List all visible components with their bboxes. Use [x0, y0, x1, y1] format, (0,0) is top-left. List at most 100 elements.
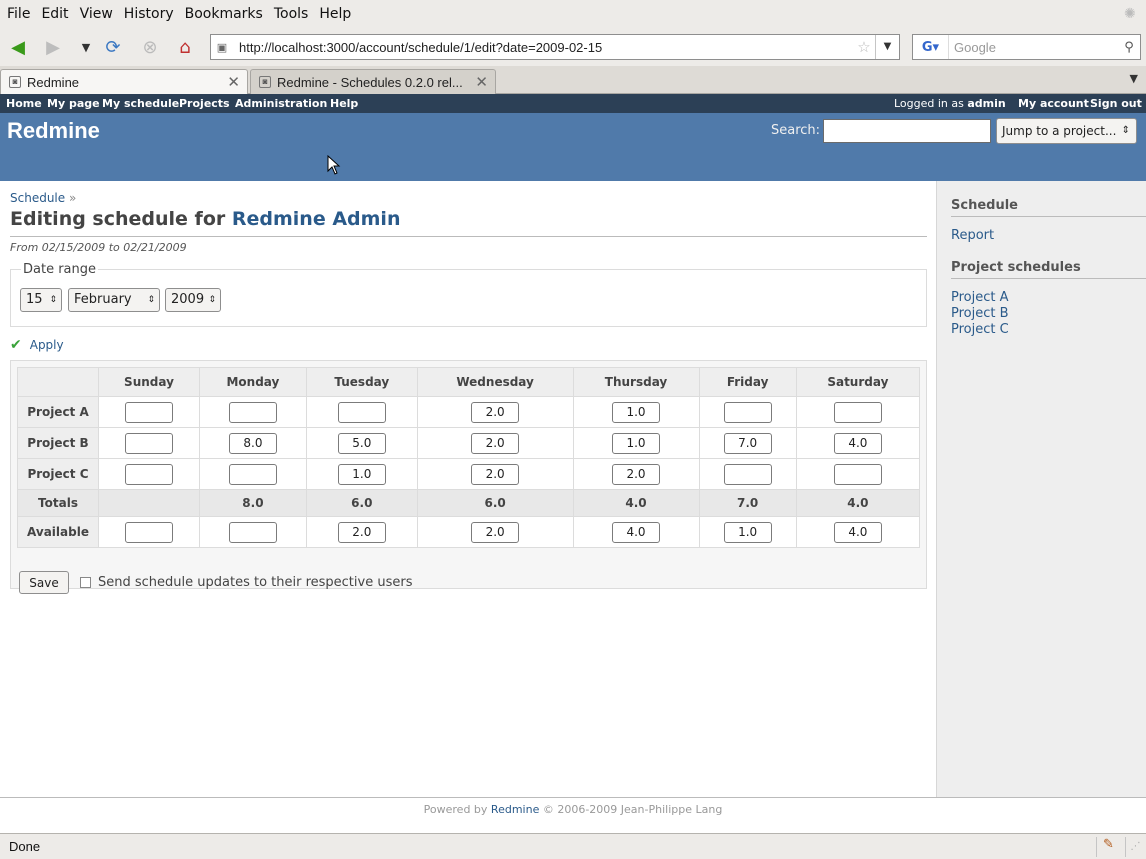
hours-input[interactable]: [612, 463, 661, 485]
checkmark-icon: ✔: [10, 337, 22, 353]
tab-schedules-release[interactable]: ◙ Redmine - Schedules 0.2.0 rel... ✕: [250, 69, 496, 94]
nav-my-account[interactable]: My account: [1018, 97, 1089, 110]
hours-input[interactable]: [723, 432, 772, 454]
browser-search-box[interactable]: G▾ Google ⚲: [912, 34, 1141, 60]
hours-input[interactable]: [723, 463, 772, 485]
year-select[interactable]: 2009 ⇕: [165, 288, 221, 312]
nav-help[interactable]: Help: [330, 97, 358, 110]
year-select-value: 2009: [171, 292, 205, 307]
menu-bookmarks[interactable]: Bookmarks: [185, 6, 263, 22]
magnifier-icon[interactable]: ⚲: [1118, 40, 1140, 55]
url-text[interactable]: http://localhost:3000/account/schedule/1…: [233, 40, 853, 55]
available-input[interactable]: [833, 521, 882, 543]
menu-view[interactable]: View: [80, 6, 113, 22]
jump-to-project-select[interactable]: Jump to a project... ⇕: [996, 118, 1137, 144]
url-history-dropdown-icon[interactable]: ▼: [875, 35, 899, 59]
table-header-row: Sunday Monday Tuesday Wednesday Thursday…: [17, 367, 921, 397]
row-header: Project C: [17, 458, 99, 490]
hours-input[interactable]: [833, 401, 882, 423]
hours-input[interactable]: [337, 432, 386, 454]
menu-history[interactable]: History: [124, 6, 174, 22]
top-menu: Home My page My schedule Projects Admini…: [0, 94, 1146, 113]
history-dropdown-icon[interactable]: ▼: [73, 35, 99, 59]
browser-status-bar: Done ✎ ⋰: [0, 833, 1146, 859]
home-icon[interactable]: ⌂: [172, 35, 198, 59]
available-input[interactable]: [723, 521, 772, 543]
logged-in-user[interactable]: admin: [967, 97, 1005, 110]
hours-input[interactable]: [612, 432, 661, 454]
available-input[interactable]: [471, 521, 520, 543]
sidebar-divider: [951, 278, 1146, 279]
hours-input[interactable]: [723, 401, 772, 423]
bookmark-star-icon[interactable]: ☆: [853, 38, 875, 56]
breadcrumb: Schedule »: [10, 191, 76, 205]
sidebar-project-link[interactable]: Project C: [951, 322, 1009, 337]
stop-icon[interactable]: ⊗: [137, 35, 163, 59]
menu-help[interactable]: Help: [319, 6, 351, 22]
back-arrow-icon[interactable]: ◀: [5, 35, 31, 59]
hours-input[interactable]: [124, 432, 173, 454]
column-header: Monday: [198, 367, 307, 397]
close-tab-icon[interactable]: ✕: [227, 73, 240, 91]
hours-input[interactable]: [612, 401, 661, 423]
search-input[interactable]: [823, 119, 991, 143]
hours-input[interactable]: [124, 463, 173, 485]
reload-icon[interactable]: ⟳: [100, 35, 126, 59]
main-content: Schedule » Editing schedule for Redmine …: [0, 181, 937, 798]
menu-tools[interactable]: Tools: [274, 6, 309, 22]
sidebar-heading-schedule: Schedule: [951, 198, 1018, 213]
sidebar-project-link[interactable]: Project B: [951, 306, 1009, 321]
sidebar-project-link[interactable]: Project A: [951, 290, 1009, 305]
tab-label: Redmine: [27, 74, 80, 90]
nav-administration[interactable]: Administration: [235, 97, 327, 110]
hours-input[interactable]: [337, 401, 386, 423]
tab-list-chevron-down-icon[interactable]: ▼: [1130, 72, 1138, 85]
notify-users-checkbox[interactable]: [80, 577, 91, 588]
forward-arrow-icon[interactable]: ▶: [40, 35, 66, 59]
hours-input[interactable]: [228, 432, 277, 454]
search-placeholder[interactable]: Google: [949, 40, 1118, 55]
nav-projects[interactable]: Projects: [179, 97, 230, 110]
hours-input[interactable]: [833, 432, 882, 454]
resize-grip-icon[interactable]: ⋰: [1125, 837, 1145, 857]
total-cell: 7.0: [698, 489, 797, 517]
hours-input[interactable]: [228, 401, 277, 423]
hours-input[interactable]: [833, 463, 882, 485]
menu-edit[interactable]: Edit: [41, 6, 68, 22]
tab-redmine[interactable]: ◙ Redmine ✕: [0, 69, 248, 94]
hours-input[interactable]: [471, 432, 520, 454]
hours-input[interactable]: [471, 401, 520, 423]
hours-input[interactable]: [337, 463, 386, 485]
nav-sign-out[interactable]: Sign out: [1090, 97, 1142, 110]
addon-status-icon[interactable]: ✎: [1096, 837, 1120, 857]
page-favicon-icon: ◙: [259, 76, 271, 88]
footer-redmine-link[interactable]: Redmine: [491, 803, 539, 816]
available-input[interactable]: [124, 521, 173, 543]
site-identity-icon[interactable]: ▣: [211, 36, 233, 58]
hours-input[interactable]: [228, 463, 277, 485]
hours-input[interactable]: [471, 463, 520, 485]
search-engine-icon[interactable]: G▾: [913, 35, 949, 59]
address-bar[interactable]: ▣ http://localhost:3000/account/schedule…: [210, 34, 900, 60]
apply-label: Apply: [29, 338, 64, 352]
breadcrumb-schedule-link[interactable]: Schedule: [10, 191, 65, 205]
browser-menubar: File Edit View History Bookmarks Tools H…: [0, 0, 1146, 28]
column-header: Tuesday: [305, 367, 418, 397]
hours-input[interactable]: [124, 401, 173, 423]
date-range-text: From 02/15/2009 to 02/21/2009: [10, 241, 187, 254]
close-tab-icon[interactable]: ✕: [475, 73, 488, 91]
sidebar-report-link[interactable]: Report: [951, 228, 994, 243]
page-title-user: Redmine Admin: [231, 208, 401, 230]
available-input[interactable]: [612, 521, 661, 543]
available-input[interactable]: [337, 521, 386, 543]
nav-my-schedule[interactable]: My schedule: [102, 97, 179, 110]
nav-my-page[interactable]: My page: [47, 97, 100, 110]
sidebar-divider: [951, 216, 1146, 217]
menu-file[interactable]: File: [7, 6, 30, 22]
day-select[interactable]: 15 ⇕: [20, 288, 62, 312]
month-select[interactable]: February ⇕: [68, 288, 160, 312]
available-input[interactable]: [228, 521, 277, 543]
apply-link[interactable]: ✔ Apply: [10, 337, 64, 353]
save-button[interactable]: Save: [19, 571, 69, 594]
nav-home[interactable]: Home: [6, 97, 42, 110]
